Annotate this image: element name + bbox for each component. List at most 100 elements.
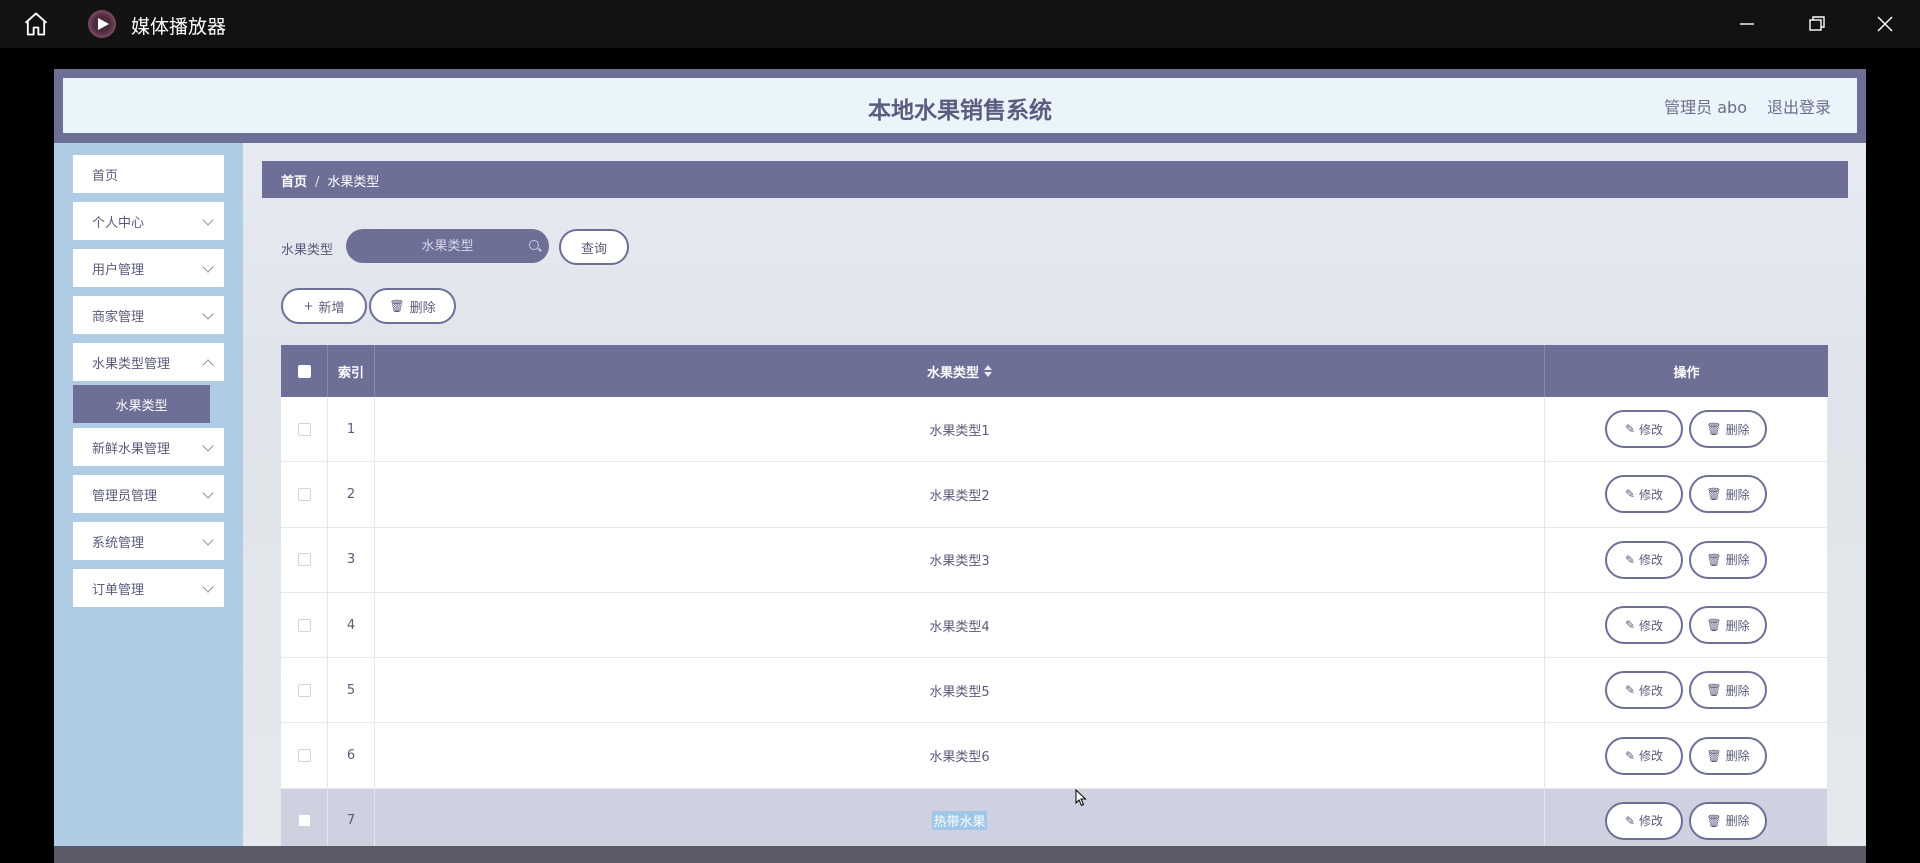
add-button[interactable]: + 新增 xyxy=(281,288,367,324)
window-title: 媒体播放器 xyxy=(131,16,227,38)
table-row[interactable]: 3 水果类型3 ✎ 修改 🗑 删除 xyxy=(281,527,1828,593)
edit-button[interactable]: ✎ 修改 xyxy=(1605,801,1683,840)
sidebar-item-label: 用户管理 xyxy=(92,263,145,278)
query-button[interactable]: 查询 xyxy=(559,229,629,265)
edit-pencil-icon: ✎ xyxy=(1624,748,1636,763)
edit-button-label: 修改 xyxy=(1639,749,1664,764)
row-select-cell[interactable] xyxy=(281,462,328,527)
delete-button[interactable]: 🗑 删除 xyxy=(1689,606,1767,645)
edit-button[interactable]: ✎ 修改 xyxy=(1605,410,1683,449)
trash-icon: 🗑 xyxy=(389,299,405,313)
row-operations: ✎ 修改 🗑 删除 xyxy=(1545,723,1828,788)
sort-icon[interactable] xyxy=(984,365,992,377)
sidebar-item-orders[interactable]: 订单管理 xyxy=(73,569,224,607)
sidebar-subitem-fruit-type[interactable]: 水果类型 xyxy=(73,385,210,423)
close-icon[interactable] xyxy=(1870,10,1900,38)
row-checkbox[interactable] xyxy=(297,553,311,567)
header-frame: 本地水果销售系统 管理员 abo 退出登录 xyxy=(54,69,1866,143)
trash-icon: 🗑 xyxy=(1706,748,1722,763)
delete-button[interactable]: 🗑 删除 xyxy=(1689,801,1767,840)
row-operations: ✎ 修改 🗑 删除 xyxy=(1545,658,1828,723)
row-checkbox[interactable] xyxy=(297,422,311,436)
sidebar-item-label: 订单管理 xyxy=(92,583,145,598)
trash-icon: 🗑 xyxy=(1706,552,1722,567)
row-select-cell[interactable] xyxy=(281,592,328,658)
sidebar-item-admins[interactable]: 管理员管理 xyxy=(73,475,224,513)
breadcrumb: 首页 / 水果类型 xyxy=(262,161,1848,198)
row-fruit-type: 水果类型5 xyxy=(929,684,990,700)
home-icon[interactable] xyxy=(22,10,50,38)
table-row[interactable]: 6 水果类型6 ✎ 修改 🗑 删除 xyxy=(281,723,1828,789)
breadcrumb-separator: / xyxy=(315,175,320,190)
row-fruit-type: 水果类型1 xyxy=(929,423,990,439)
row-checkbox[interactable] xyxy=(297,749,311,763)
chevron-down-icon xyxy=(202,534,214,546)
batch-delete-button[interactable]: 🗑 删除 xyxy=(369,288,456,324)
chevron-down-icon xyxy=(202,487,214,499)
sidebar-item-fresh-fruits[interactable]: 新鲜水果管理 xyxy=(73,428,224,466)
edit-button-label: 修改 xyxy=(1639,553,1664,568)
header-select-all[interactable] xyxy=(281,345,328,397)
sidebar-item-personal-center[interactable]: 个人中心 xyxy=(73,202,224,240)
edit-button-label: 修改 xyxy=(1639,683,1664,698)
row-checkbox[interactable] xyxy=(297,683,311,697)
search-box xyxy=(346,229,549,263)
minimize-icon[interactable] xyxy=(1732,10,1762,38)
row-index: 3 xyxy=(328,527,375,592)
logout-link[interactable]: 退出登录 xyxy=(1767,94,1831,118)
delete-button-label: 删除 xyxy=(1725,553,1750,568)
fruit-type-table: 索引 水果类型 操作 1 水果类型1 ✎ 修改 🗑 删除 2 水果类型2 ✎ 修改 🗑 删除 3 水果类型… xyxy=(281,345,1828,855)
restore-icon[interactable] xyxy=(1801,10,1831,38)
header-fruit-type[interactable]: 水果类型 xyxy=(375,345,1545,397)
select-all-checkbox[interactable] xyxy=(297,364,311,378)
row-fruit-type-cell: 水果类型1 xyxy=(375,397,1545,462)
delete-button[interactable]: 🗑 删除 xyxy=(1689,475,1767,514)
edit-button[interactable]: ✎ 修改 xyxy=(1605,671,1683,710)
delete-button-label: 删除 xyxy=(1725,683,1750,698)
delete-button-label: 删除 xyxy=(1725,618,1750,633)
row-select-cell[interactable] xyxy=(281,658,328,723)
sidebar-item-system[interactable]: 系统管理 xyxy=(73,522,224,560)
sidebar-item-fruit-types[interactable]: 水果类型管理 xyxy=(73,343,224,381)
edit-button[interactable]: ✎ 修改 xyxy=(1605,475,1683,514)
row-select-cell[interactable] xyxy=(281,397,328,462)
sidebar-item-label: 管理员管理 xyxy=(92,489,158,504)
delete-button[interactable]: 🗑 删除 xyxy=(1689,410,1767,449)
plus-icon: + xyxy=(303,299,314,313)
delete-button[interactable]: 🗑 删除 xyxy=(1689,671,1767,710)
breadcrumb-home[interactable]: 首页 xyxy=(281,175,307,190)
row-select-cell[interactable] xyxy=(281,527,328,592)
edit-pencil-icon: ✎ xyxy=(1624,813,1636,828)
user-label: 管理员 abo xyxy=(1664,98,1747,117)
row-checkbox[interactable] xyxy=(297,487,311,501)
edit-button[interactable]: ✎ 修改 xyxy=(1605,736,1683,775)
row-index: 2 xyxy=(328,462,375,527)
sidebar-item-users[interactable]: 用户管理 xyxy=(73,249,224,287)
search-label: 水果类型 xyxy=(281,243,334,258)
search-input[interactable] xyxy=(346,229,549,263)
delete-button[interactable]: 🗑 删除 xyxy=(1689,736,1767,775)
table-row[interactable]: 4 水果类型4 ✎ 修改 🗑 删除 xyxy=(281,592,1828,659)
row-checkbox[interactable] xyxy=(297,814,311,828)
table-row[interactable]: 5 水果类型5 ✎ 修改 🗑 删除 xyxy=(281,658,1828,724)
sidebar-item-merchants[interactable]: 商家管理 xyxy=(73,296,224,334)
delete-button-label: 删除 xyxy=(409,300,436,316)
row-checkbox[interactable] xyxy=(297,618,311,632)
sidebar-item-home[interactable]: 首页 xyxy=(73,155,224,193)
row-fruit-type-cell: 水果类型4 xyxy=(375,592,1545,658)
row-fruit-type: 水果类型3 xyxy=(929,554,990,570)
chevron-down-icon xyxy=(202,308,214,320)
edit-button[interactable]: ✎ 修改 xyxy=(1605,606,1683,645)
row-operations: ✎ 修改 🗑 删除 xyxy=(1545,527,1828,592)
edit-pencil-icon: ✎ xyxy=(1624,683,1636,698)
table-row[interactable]: 2 水果类型2 ✎ 修改 🗑 删除 xyxy=(281,462,1828,528)
row-select-cell[interactable] xyxy=(281,788,328,854)
table-row[interactable]: 1 水果类型1 ✎ 修改 🗑 删除 xyxy=(281,397,1828,463)
delete-button[interactable]: 🗑 删除 xyxy=(1689,540,1767,579)
row-select-cell[interactable] xyxy=(281,723,328,788)
edit-button[interactable]: ✎ 修改 xyxy=(1605,540,1683,579)
table-row[interactable]: 7 热带水果 ✎ 修改 🗑 删除 xyxy=(281,788,1828,855)
sidebar-item-label: 商家管理 xyxy=(92,310,145,325)
query-button-label: 查询 xyxy=(580,241,607,257)
delete-button-label: 删除 xyxy=(1725,749,1750,764)
